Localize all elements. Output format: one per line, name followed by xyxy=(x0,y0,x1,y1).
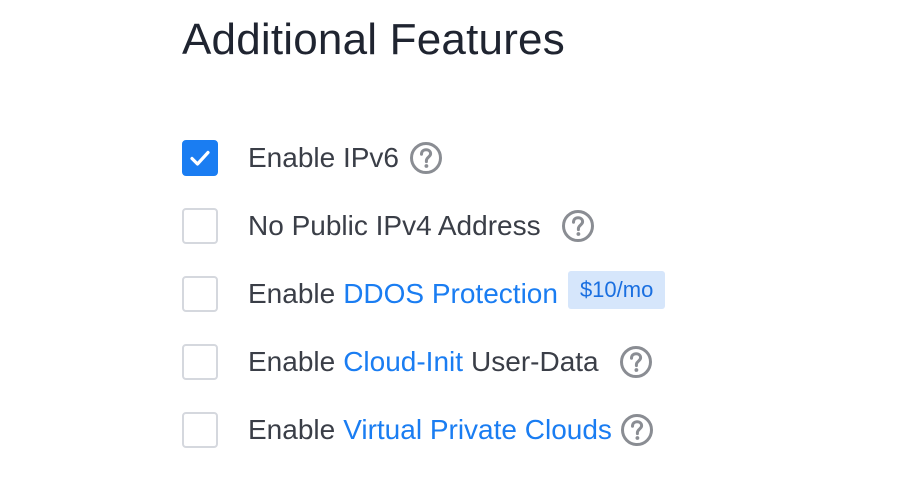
cloud-init-label[interactable]: Enable Cloud-Init User-Data xyxy=(248,345,653,379)
no-ipv4-label-text: No Public IPv4 Address xyxy=(248,210,541,241)
feature-row-cloud-init: Enable Cloud-Init User-Data xyxy=(182,342,653,382)
cloud-init-checkbox[interactable] xyxy=(182,344,218,380)
ipv6-checkbox[interactable] xyxy=(182,140,218,176)
ddos-label-prefix: Enable xyxy=(248,278,336,309)
question-circle-icon[interactable] xyxy=(561,209,595,243)
question-circle-icon[interactable] xyxy=(409,141,443,175)
feature-row-ddos: Enable DDOS Protection $10/mo xyxy=(182,271,666,314)
no-ipv4-label[interactable]: No Public IPv4 Address xyxy=(248,209,595,243)
ipv6-label[interactable]: Enable IPv6 xyxy=(248,141,443,175)
price-badge: $10/mo xyxy=(567,271,666,309)
feature-row-ipv6: Enable IPv6 xyxy=(182,138,443,178)
feature-row-vpc: Enable Virtual Private Clouds xyxy=(182,410,654,450)
question-circle-icon[interactable] xyxy=(620,413,654,447)
cloud-init-label-suffix: User-Data xyxy=(471,346,599,377)
section-title: Additional Features xyxy=(182,15,565,64)
checkmark-icon xyxy=(190,150,210,166)
no-ipv4-checkbox[interactable] xyxy=(182,208,218,244)
question-circle-icon[interactable] xyxy=(619,345,653,379)
feature-row-no-ipv4: No Public IPv4 Address xyxy=(182,206,595,246)
ddos-protection-link[interactable]: DDOS Protection xyxy=(343,278,558,310)
cloud-init-label-prefix: Enable xyxy=(248,346,336,377)
ipv6-label-text: Enable IPv6 xyxy=(248,142,399,173)
ddos-label[interactable]: Enable DDOS Protection $10/mo xyxy=(248,271,666,313)
ddos-checkbox[interactable] xyxy=(182,276,218,312)
vpc-label-prefix: Enable xyxy=(248,414,336,445)
vpc-checkbox[interactable] xyxy=(182,412,218,448)
vpc-link[interactable]: Virtual Private Clouds xyxy=(343,414,612,446)
vpc-label[interactable]: Enable Virtual Private Clouds xyxy=(248,413,654,447)
cloud-init-link[interactable]: Cloud-Init xyxy=(343,346,463,378)
